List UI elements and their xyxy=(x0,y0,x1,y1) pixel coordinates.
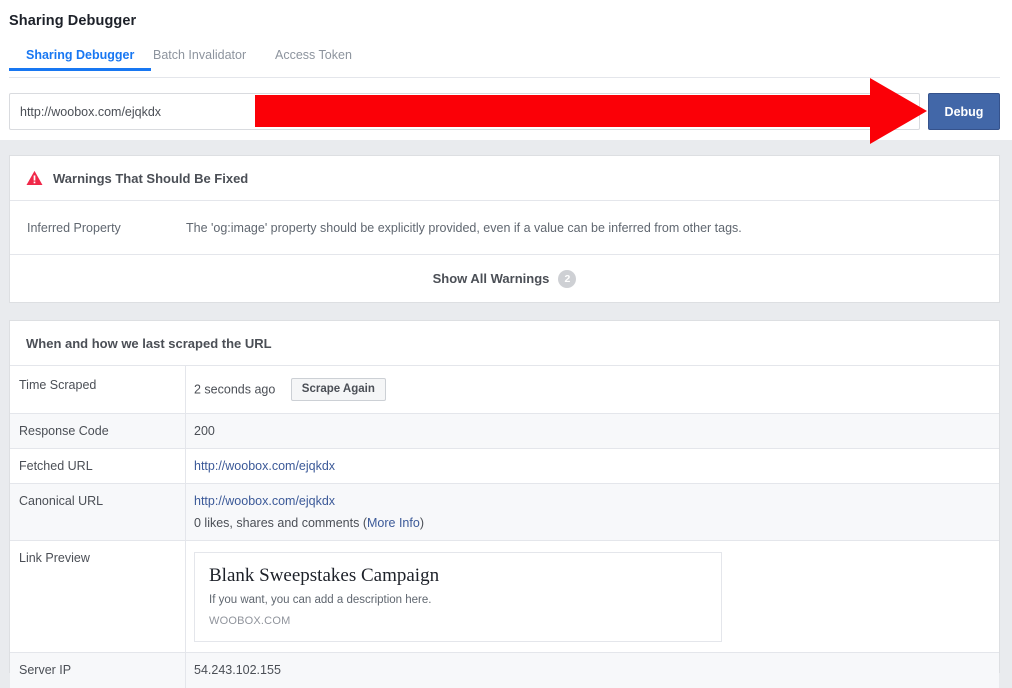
warnings-panel: Warnings That Should Be Fixed Inferred P… xyxy=(9,155,1000,303)
row-value: 2 seconds ago Scrape Again xyxy=(186,366,999,413)
warnings-count-badge: 2 xyxy=(558,270,576,288)
warnings-panel-title: Warnings That Should Be Fixed xyxy=(53,171,248,186)
table-row: Fetched URL http://woobox.com/ejqkdx xyxy=(10,449,999,484)
tab-label: Batch Invalidator xyxy=(153,48,246,62)
row-label: Fetched URL xyxy=(10,449,186,483)
row-value: 54.243.102.155 xyxy=(186,653,999,688)
row-label: Response Code xyxy=(10,414,186,448)
row-value: 200 xyxy=(186,414,999,448)
fetched-url-link[interactable]: http://woobox.com/ejqkdx xyxy=(194,459,335,473)
warning-row: Inferred Property The 'og:image' propert… xyxy=(10,201,999,255)
preview-title: Blank Sweepstakes Campaign xyxy=(209,565,707,587)
row-value: http://woobox.com/ejqkdx 0 likes, shares… xyxy=(186,484,999,540)
engagement-suffix: ) xyxy=(420,516,424,530)
table-row: Server IP 54.243.102.155 xyxy=(10,653,999,688)
row-value: Blank Sweepstakes Campaign If you want, … xyxy=(186,541,999,652)
table-row: Link Preview Blank Sweepstakes Campaign … xyxy=(10,541,999,653)
link-preview-card[interactable]: Blank Sweepstakes Campaign If you want, … xyxy=(194,552,722,642)
debug-button-label: Debug xyxy=(945,105,984,119)
url-input[interactable] xyxy=(9,93,920,130)
tab-batch-invalidator[interactable]: Batch Invalidator xyxy=(153,48,246,71)
warning-text: The 'og:image' property should be explic… xyxy=(186,221,742,235)
url-bar: Debug xyxy=(9,93,1000,130)
warning-triangle-icon xyxy=(26,170,43,186)
scrape-table: Time Scraped 2 seconds ago Scrape Again … xyxy=(10,366,999,688)
table-row: Response Code 200 xyxy=(10,414,999,449)
tab-access-token[interactable]: Access Token xyxy=(275,48,352,71)
scrape-again-button[interactable]: Scrape Again xyxy=(291,378,386,401)
canonical-url-link[interactable]: http://woobox.com/ejqkdx xyxy=(194,494,335,508)
canonical-engagement-text: 0 likes, shares and comments (More Info) xyxy=(194,516,989,530)
show-all-warnings-label: Show All Warnings xyxy=(433,271,550,286)
row-label: Server IP xyxy=(10,653,186,688)
warning-label: Inferred Property xyxy=(10,221,186,235)
engagement-prefix: 0 likes, shares and comments ( xyxy=(194,516,367,530)
table-row: Time Scraped 2 seconds ago Scrape Again xyxy=(10,366,999,414)
tab-label: Access Token xyxy=(275,48,352,62)
table-row: Canonical URL http://woobox.com/ejqkdx 0… xyxy=(10,484,999,541)
scrape-panel-title: When and how we last scraped the URL xyxy=(26,336,272,351)
show-all-warnings-button[interactable]: Show All Warnings 2 xyxy=(10,255,999,302)
page-header: Sharing Debugger Sharing Debugger Batch … xyxy=(0,0,1012,140)
row-label: Canonical URL xyxy=(10,484,186,540)
tab-bar-divider xyxy=(9,77,1000,78)
tab-sharing-debugger[interactable]: Sharing Debugger xyxy=(26,48,134,71)
scrape-panel: When and how we last scraped the URL Tim… xyxy=(9,320,1000,673)
page-title: Sharing Debugger xyxy=(9,13,136,29)
row-value: http://woobox.com/ejqkdx xyxy=(186,449,999,483)
preview-description: If you want, you can add a description h… xyxy=(209,594,707,606)
time-scraped-value: 2 seconds ago xyxy=(194,383,275,397)
row-label: Link Preview xyxy=(10,541,186,652)
row-label: Time Scraped xyxy=(10,366,186,413)
tab-label: Sharing Debugger xyxy=(26,48,134,62)
scrape-panel-header: When and how we last scraped the URL xyxy=(10,321,999,366)
more-info-link[interactable]: More Info xyxy=(367,516,420,530)
warnings-panel-header: Warnings That Should Be Fixed xyxy=(10,156,999,201)
tab-bar: Sharing Debugger Batch Invalidator Acces… xyxy=(0,48,1012,77)
preview-domain: WOOBOX.COM xyxy=(209,615,707,627)
debug-button[interactable]: Debug xyxy=(928,93,1000,130)
